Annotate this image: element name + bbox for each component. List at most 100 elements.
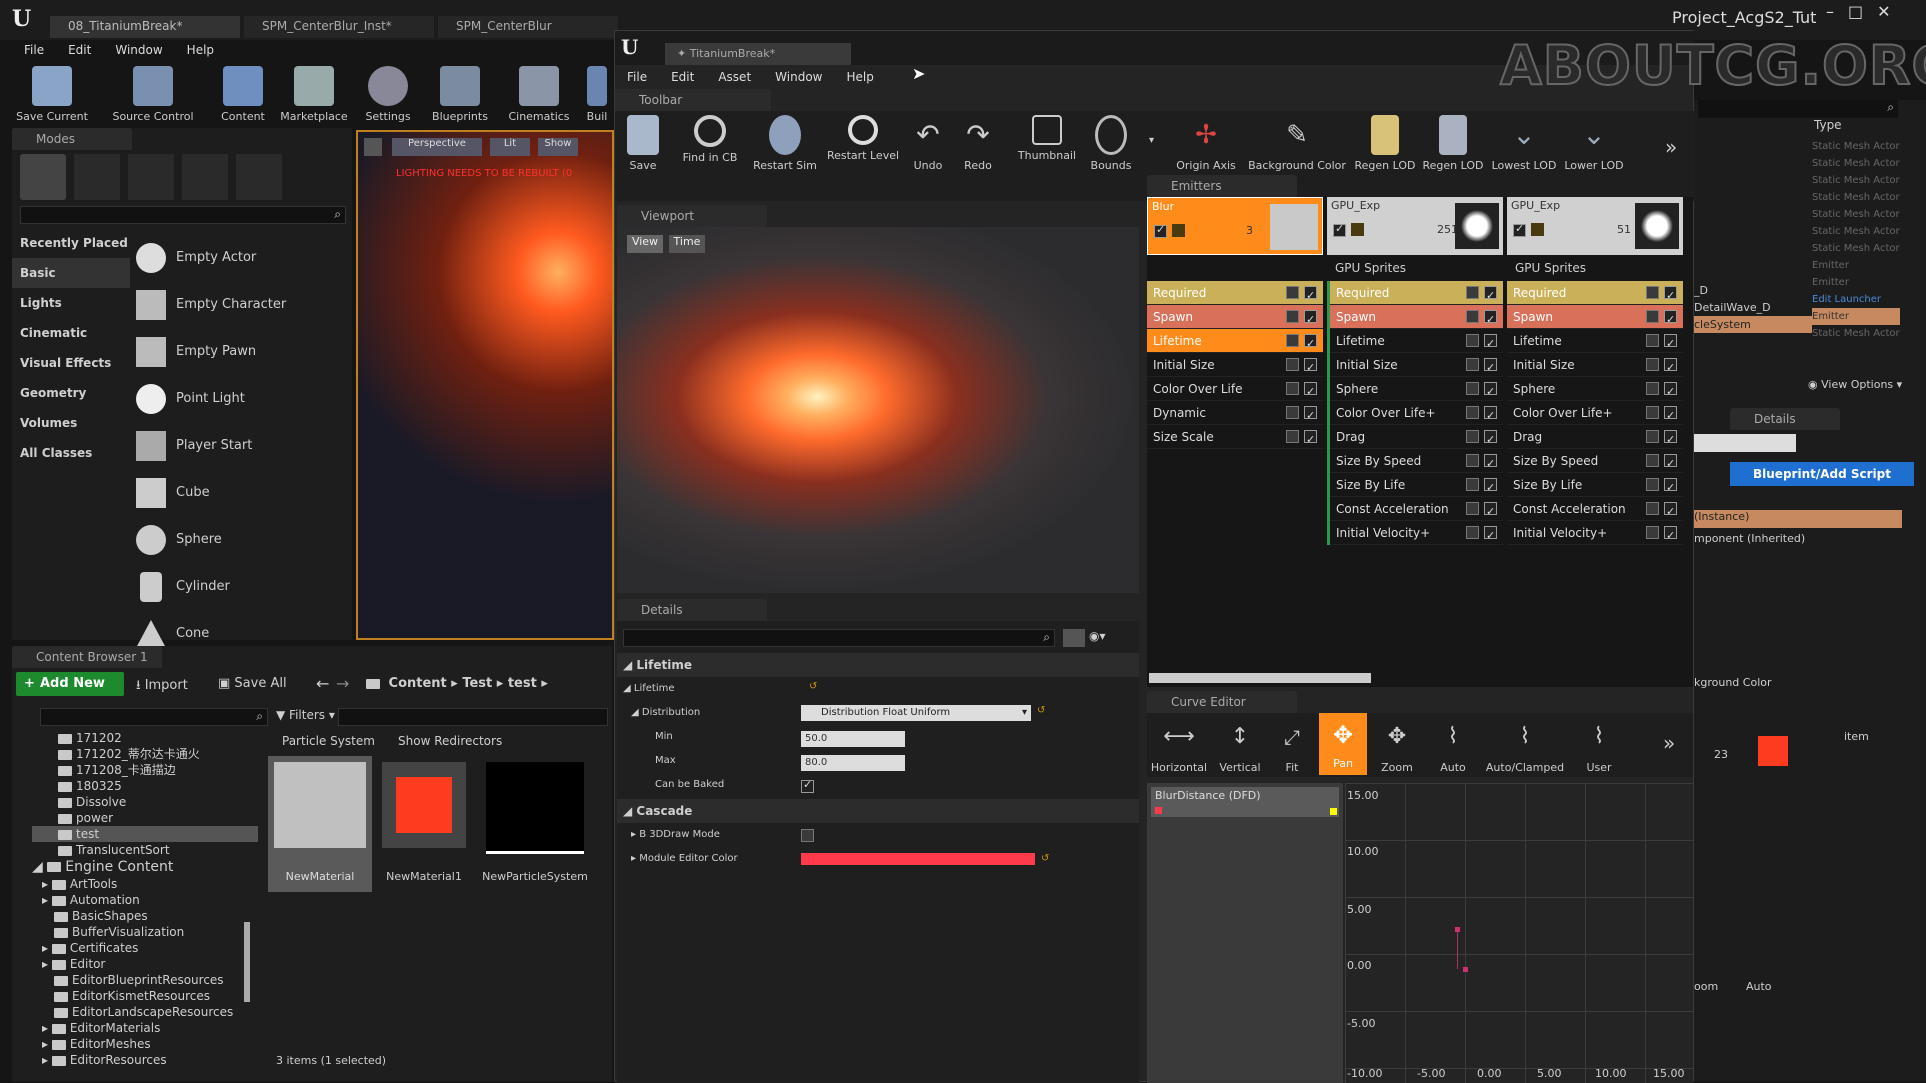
module-curve-checkbox[interactable] xyxy=(1286,358,1299,371)
restart-sim-button[interactable]: Restart Sim xyxy=(747,115,823,172)
lowest-lod-button[interactable]: ⌄ Lowest LOD xyxy=(1489,115,1559,172)
max-input[interactable]: 80.0 xyxy=(801,755,905,771)
module-curve-checkbox[interactable] xyxy=(1466,430,1479,443)
show-button[interactable]: Show xyxy=(538,138,578,156)
type-column-header[interactable]: Type xyxy=(1814,118,1842,132)
asset-search-input[interactable] xyxy=(338,708,608,726)
category-geometry[interactable]: Geometry xyxy=(12,378,130,408)
asset-tile-newmaterial1[interactable]: NewMaterial1 xyxy=(376,756,472,892)
cinematics-button[interactable]: Cinematics xyxy=(496,66,582,123)
pan-button[interactable]: ✥ Pan xyxy=(1319,713,1367,775)
module-curve-checkbox[interactable] xyxy=(1286,382,1299,395)
module-curve-checkbox[interactable] xyxy=(1646,382,1659,395)
save-button[interactable]: Save xyxy=(615,115,671,172)
background-color-button[interactable]: ✎ Background Color xyxy=(1245,115,1349,172)
geometry-mode-icon[interactable] xyxy=(236,154,282,200)
emitter-module-row[interactable]: Lifetime xyxy=(1147,329,1323,356)
module-curve-checkbox[interactable] xyxy=(1646,430,1659,443)
engine-folder-item[interactable]: EditorKismetResources xyxy=(32,988,258,1004)
emitters-tab[interactable]: Emitters xyxy=(1147,175,1297,197)
mini-auto-button[interactable]: Auto xyxy=(1746,980,1772,993)
module-curve-checkbox[interactable] xyxy=(1646,286,1659,299)
emitter-module-row[interactable]: Size By Life xyxy=(1330,473,1503,500)
module-enable-checkbox[interactable] xyxy=(1664,308,1677,332)
outliner-name[interactable]: DetailWave_D xyxy=(1694,299,1812,316)
place-item-cylinder[interactable]: Cylinder xyxy=(136,563,336,610)
engine-folder-item[interactable]: ▸ Automation xyxy=(32,892,258,908)
emitter-module-row[interactable]: Const Acceleration xyxy=(1507,497,1683,524)
curve-graph[interactable]: 15.00 10.00 5.00 0.00 -5.00 -10.00 -5.00… xyxy=(1345,783,1693,1083)
editor-tab[interactable]: SPM_CenterBlur xyxy=(438,16,618,38)
details-tab[interactable]: Details xyxy=(617,599,767,621)
module-curve-checkbox[interactable] xyxy=(1646,526,1659,539)
category-visual-effects[interactable]: Visual Effects xyxy=(12,348,130,378)
outliner-name[interactable]: _D xyxy=(1694,282,1812,299)
emitter-enable-checkbox[interactable] xyxy=(1513,222,1526,237)
bounds-dropdown-icon[interactable]: ▾ xyxy=(1149,135,1154,146)
undo-button[interactable]: ↶ Undo xyxy=(905,115,951,172)
engine-folder-item[interactable]: EditorLandscapeResources xyxy=(32,1004,258,1020)
module-enable-checkbox[interactable] xyxy=(1304,380,1317,404)
view-button[interactable]: View xyxy=(627,235,663,253)
auto-button[interactable]: ⌇ Auto xyxy=(1427,717,1479,774)
menu-window[interactable]: Window xyxy=(103,38,174,62)
emitter-module-row[interactable]: Drag xyxy=(1507,425,1683,452)
emitter-module-row[interactable]: Sphere xyxy=(1507,377,1683,404)
emitter-module-row[interactable]: Initial Velocity+ xyxy=(1330,521,1503,548)
zoom-button[interactable]: ✥ Zoom xyxy=(1371,717,1423,774)
can-be-baked-checkbox[interactable] xyxy=(801,778,814,793)
save-all-button[interactable]: ▣ Save All xyxy=(218,676,287,691)
module-curve-checkbox[interactable] xyxy=(1646,478,1659,491)
modes-tab[interactable]: Modes xyxy=(12,128,132,150)
history-back-icon[interactable]: ← xyxy=(316,674,329,693)
curve-editor-tab[interactable]: Curve Editor xyxy=(1147,691,1297,713)
module-enable-checkbox[interactable] xyxy=(1484,308,1497,332)
engine-folder-item[interactable]: ▸ EditorMaterials xyxy=(32,1020,258,1036)
module-curve-checkbox[interactable] xyxy=(1466,454,1479,467)
emitter-module-row[interactable]: Spawn xyxy=(1147,305,1323,332)
module-curve-checkbox[interactable] xyxy=(1646,502,1659,515)
menu-window[interactable]: Window xyxy=(763,65,834,89)
emitter-module-row[interactable]: Color Over Life xyxy=(1147,377,1323,404)
lower-lod-button[interactable]: ⌄ Lower LOD xyxy=(1561,115,1627,172)
folder-search-input[interactable]: ⌕ xyxy=(40,708,268,726)
breadcrumb-content[interactable]: Content xyxy=(389,676,447,691)
min-input[interactable]: 50.0 xyxy=(801,731,905,747)
mini-zoom-button[interactable]: oom xyxy=(1694,980,1718,993)
module-curve-checkbox[interactable] xyxy=(1466,286,1479,299)
module-curve-checkbox[interactable] xyxy=(1286,430,1299,443)
module-enable-checkbox[interactable] xyxy=(1484,476,1497,500)
emitter-module-row[interactable]: Size Scale xyxy=(1147,425,1323,452)
paint-mode-icon[interactable] xyxy=(74,154,120,200)
module-curve-checkbox[interactable] xyxy=(1286,286,1299,299)
engine-folder-item[interactable]: BasicShapes xyxy=(32,908,258,924)
user-button[interactable]: ⌇ User xyxy=(1573,717,1625,774)
emitter-module-row[interactable]: Initial Size xyxy=(1507,353,1683,380)
module-enable-checkbox[interactable] xyxy=(1484,452,1497,476)
filter-chip-particle-system[interactable]: Particle System xyxy=(282,734,375,748)
folder-tree-scrollbar[interactable] xyxy=(244,922,250,1002)
emitter-solo-toggle[interactable] xyxy=(1351,223,1364,236)
level-viewport[interactable]: Perspective Lit Show LIGHTING NEEDS TO B… xyxy=(356,130,614,640)
find-in-cb-button[interactable]: Find in CB xyxy=(675,115,745,164)
module-curve-checkbox[interactable] xyxy=(1466,502,1479,515)
folder-item[interactable]: 171202 xyxy=(32,730,258,746)
emitter-module-row[interactable]: Drag xyxy=(1330,425,1503,452)
lifetime-property[interactable]: ◢ Lifetime xyxy=(617,677,675,701)
menu-help[interactable]: Help xyxy=(834,65,885,89)
reset-icon[interactable]: ↺ xyxy=(1041,853,1049,864)
module-enable-checkbox[interactable] xyxy=(1304,356,1317,380)
emitter-module-row[interactable]: Required xyxy=(1147,281,1323,308)
emitter-header-gpu-exp-2[interactable]: GPU_Exp 51 xyxy=(1507,197,1683,255)
emitter-module-row[interactable]: Lifetime xyxy=(1507,329,1683,356)
module-enable-checkbox[interactable] xyxy=(1304,428,1317,452)
emitter-module-row[interactable]: Const Acceleration xyxy=(1330,497,1503,524)
module-enable-checkbox[interactable] xyxy=(1304,332,1317,356)
breadcrumb-test[interactable]: Test xyxy=(462,676,492,691)
emitter-module-row[interactable]: Initial Size xyxy=(1330,353,1503,380)
reset-icon[interactable]: ↺ xyxy=(809,681,817,692)
module-curve-checkbox[interactable] xyxy=(1466,526,1479,539)
module-enable-checkbox[interactable] xyxy=(1484,356,1497,380)
origin-axis-button[interactable]: ✢ Origin Axis xyxy=(1169,115,1243,172)
filters-button[interactable]: ▼ Filters ▾ xyxy=(276,708,335,722)
